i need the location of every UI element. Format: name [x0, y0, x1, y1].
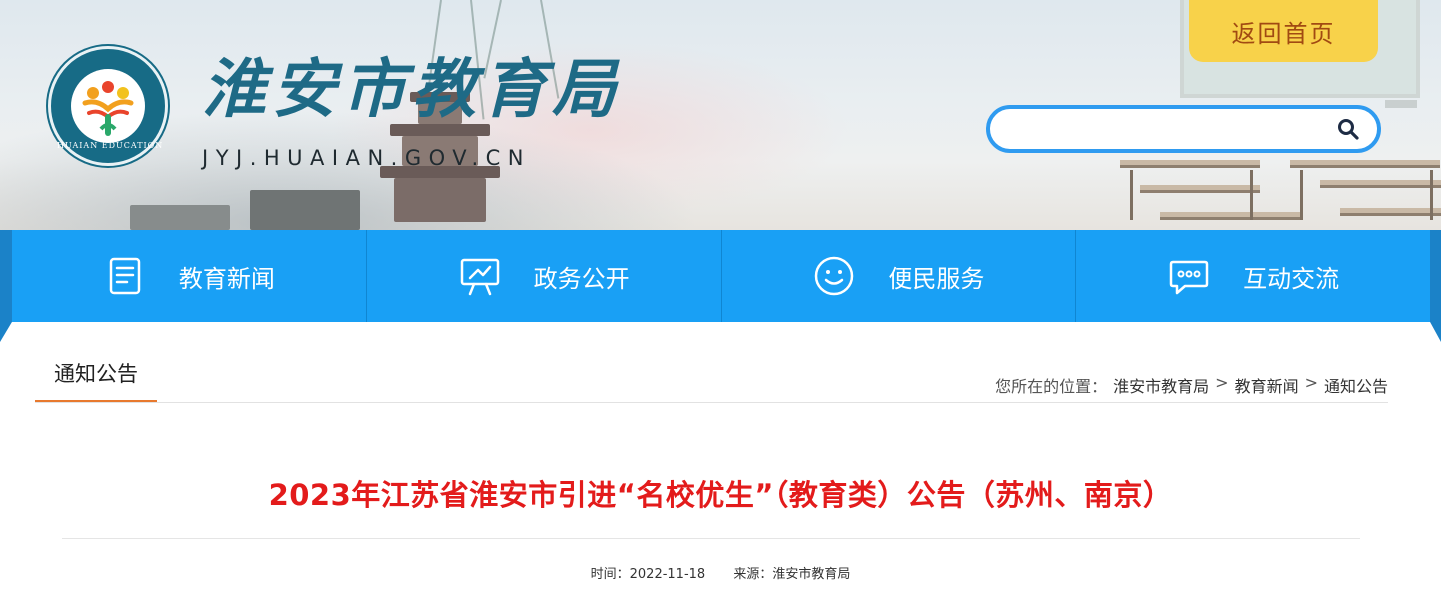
logo-emblem [71, 69, 145, 143]
bureau-logo[interactable]: HUAIAN EDUCATION [48, 46, 168, 166]
article-meta: 时间：2022-11-18 来源：淮安市教育局 [0, 563, 1441, 582]
news-document-icon [109, 257, 141, 295]
breadcrumb-separator: > [1304, 373, 1318, 392]
date-value: 2022-11-18 [629, 567, 706, 582]
logo-ring-text: HUAIAN EDUCATION [57, 141, 164, 150]
nav-item-label: 政务公开 [533, 264, 630, 293]
nav-item-interaction[interactable]: 互动交流 [1076, 230, 1430, 322]
breadcrumb-link-bureau[interactable]: 淮安市教育局 [1113, 373, 1209, 397]
nav-item-education-news[interactable]: 教育新闻 [12, 230, 367, 322]
nav-item-label: 互动交流 [1243, 264, 1340, 293]
classroom-desk [1140, 185, 1260, 193]
site-domain: JYJ.HUAIAN.GOV.CN [202, 146, 531, 170]
site-title: 淮安市教育局 [202, 52, 622, 127]
classroom-desk [1160, 212, 1300, 220]
classroom-desk [1290, 160, 1440, 168]
home-button[interactable]: 返回首页 [1189, 0, 1378, 62]
nav-item-government-affairs[interactable]: 政务公开 [367, 230, 722, 322]
main-nav: 教育新闻 政务公开 便民服务 互动交流 [12, 230, 1430, 322]
breadcrumb-prefix: 您所在的位置： [995, 377, 1108, 396]
article-title: 2023年江苏省淮安市引进“名校优生”（教育类）公告（苏州、南京） [268, 478, 1173, 512]
classroom-desk [1120, 160, 1260, 168]
article-divider [62, 538, 1360, 539]
desk-leg [1250, 170, 1253, 220]
nav-item-label: 便民服务 [888, 264, 985, 293]
article-source: 来源：淮安市教育局 [733, 567, 850, 582]
chalk-tray [1385, 100, 1417, 108]
source-value: 淮安市教育局 [772, 567, 851, 582]
article-date: 时间：2022-11-18 [591, 567, 706, 582]
smiley-face-icon [815, 256, 854, 296]
section-tab-notices[interactable]: 通知公告 [35, 352, 157, 403]
nav-item-citizen-services[interactable]: 便民服务 [722, 230, 1077, 322]
breadcrumb-link-education-news[interactable]: 教育新闻 [1235, 373, 1299, 397]
tree-people-emblem-icon [82, 81, 134, 136]
breadcrumb: 您所在的位置： 淮安市教育局 > 教育新闻 > 通知公告 [995, 373, 1388, 397]
breadcrumb-link-notices[interactable]: 通知公告 [1324, 373, 1388, 397]
source-label: 来源： [733, 567, 773, 582]
desk-leg [1430, 170, 1433, 220]
search-input[interactable] [1010, 117, 1330, 141]
village-rooftops [130, 205, 230, 230]
chat-bubble-icon [1169, 260, 1209, 295]
classroom-desk [1340, 208, 1441, 216]
breadcrumb-separator: > [1215, 373, 1229, 392]
search-box [986, 105, 1381, 153]
nav-item-label: 教育新闻 [178, 264, 275, 293]
presentation-board-icon [460, 258, 499, 296]
nav-ribbon-fold-left [0, 230, 12, 342]
time-label: 时间： [590, 567, 630, 582]
search-button[interactable] [1337, 118, 1359, 140]
village-rooftops [250, 190, 360, 230]
desk-leg [1130, 170, 1133, 220]
desk-leg [1300, 170, 1303, 220]
classroom-desk [1320, 180, 1441, 188]
section-divider [35, 402, 1388, 403]
nav-ribbon-fold-right [1430, 230, 1441, 342]
search-icon [1338, 119, 1359, 140]
